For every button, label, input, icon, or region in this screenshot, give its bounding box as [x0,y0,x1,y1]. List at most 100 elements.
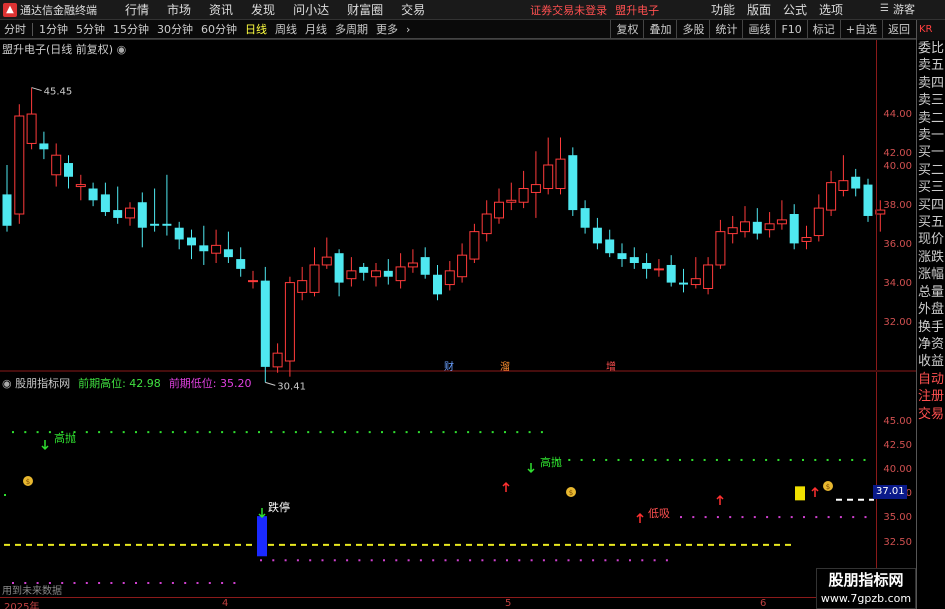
candle-body-down [223,249,233,258]
candle-body-up [494,201,504,219]
previous-high-dots [777,458,780,461]
candle-body-down [789,214,799,244]
candle-body-up [346,270,357,280]
quote-item: 买三 [918,180,945,196]
buy-signal-label: 低吸 [648,507,670,520]
previous-low-dots [790,516,793,519]
quote-item: 涨幅 [918,267,945,283]
previous-low-dots [85,582,88,584]
quote-item: 外盘 [918,302,945,318]
candle-body-down [851,176,861,189]
previous-low-dots [456,559,459,562]
previous-low-dots [729,516,732,519]
date-axis: 2025年 4 5 6 [0,597,876,609]
candle-body-down [64,163,73,177]
candle-body-up [826,182,837,211]
previous-high-dots [740,458,743,461]
previous-low-dots [827,516,830,519]
previous-low-dots [542,559,545,562]
previous-low-dots [73,582,76,584]
date-label: 6 [760,598,767,609]
previous-high-dots [642,458,645,461]
previous-high-dots [356,431,359,434]
quote-item: 卖一 [918,128,945,144]
previous-high-dots [826,458,829,461]
watermark: 股朋指标网 www.7gpzb.com [816,568,916,609]
previous-low-dots [98,582,101,584]
previous-high-dots [196,431,199,434]
chart-canvas[interactable]: 45.4530.41财溜增高抛高抛跌停 低吸$$$ [0,0,916,609]
panel-header[interactable]: KR [917,20,945,40]
previous-low-dots [122,582,125,584]
previous-low-dots [815,516,818,519]
previous-low-dots [321,559,324,562]
quote-item[interactable]: 交易 [917,406,945,423]
candle-body-up [518,188,529,203]
candle-body-down [260,280,270,367]
quote-item: 换手 [918,319,945,335]
limit-down-arrow-icon [258,508,266,519]
previous-high-dots [467,431,470,434]
buy-arrow-icon [716,494,724,505]
candle-body-down [113,210,123,218]
previous-high-dots [752,458,755,461]
candle-body-up [727,227,738,235]
candle-body-down [420,257,430,275]
previous-high-dots [245,431,248,434]
previous-high-dots [36,431,39,434]
previous-low-dots [579,559,582,562]
previous-high-dots [319,431,322,434]
previous-low-dots [753,516,756,519]
previous-low-dots [407,559,410,562]
quote-panel: KR 委比 卖五 卖四 卖三 卖二 卖一 买一 买二 买三 买四 买五 现价 涨跌 涨幅 总量 外盘 换手 净资收… [916,20,945,609]
sub-price-axis: 45.00 42.50 40.00 37.50 35.00 32.50 [876,372,916,596]
previous-high-dots [580,458,583,461]
previous-low-dots [110,582,113,584]
quote-item: 卖三 [918,93,945,109]
previous-low-dots [653,559,656,562]
previous-high-dots [703,458,706,461]
current-price-tag: 37.01 [873,485,907,499]
previous-high-dots [528,431,531,434]
previous-high-dots [454,431,457,434]
sub-tick: 40.00 [883,464,912,475]
previous-low-dots [852,516,855,519]
candle-body-up [321,256,332,266]
limit-down-bar [257,516,267,557]
previous-high-dots [381,431,383,434]
candle-body-up [555,158,566,190]
candle-body-up [51,154,62,176]
sell-arrow-icon [41,440,49,451]
future-data-note: 用到未来数据 [2,586,62,597]
previous-high-dots [715,458,718,461]
previous-low-dots [616,559,619,562]
quote-item[interactable]: 自动 [917,371,945,388]
candle-body-up [75,184,86,188]
candle-body-up [309,264,320,293]
candle-body-up [764,223,775,231]
previous-high-label: 前期高位: 42.98 [78,377,161,390]
quote-item[interactable]: 注册 [917,388,945,405]
candle-body-up [506,199,517,203]
sub-tick: 42.50 [883,440,912,451]
previous-high-dots [147,431,150,434]
previous-high-dots [24,431,27,434]
previous-low-dots [778,516,781,519]
previous-low-dots [432,559,435,562]
previous-low-dots [370,559,373,562]
previous-high-dots [838,458,841,461]
candle-body-up [444,270,455,286]
previous-high-dots [442,431,445,434]
previous-high-dots [122,431,125,434]
candle-body-up [801,237,812,242]
money-bag-icon: $ [569,489,573,497]
candle-body-up [690,278,701,286]
previous-high-dots [294,431,297,434]
candle-body-down [359,266,369,273]
previous-low-dots [333,559,336,562]
candle-body-down [174,227,184,240]
previous-low-dots [171,582,174,584]
settings-circle-icon[interactable]: ◉ [117,43,127,56]
candle-body-down [592,227,602,244]
quote-item-list: 委比 卖五 卖四 卖三 卖二 卖一 买一 买二 买三 买四 买五 现价 涨跌 涨幅 总量 外盘 换手 净资 收益 自动… [917,40,945,423]
